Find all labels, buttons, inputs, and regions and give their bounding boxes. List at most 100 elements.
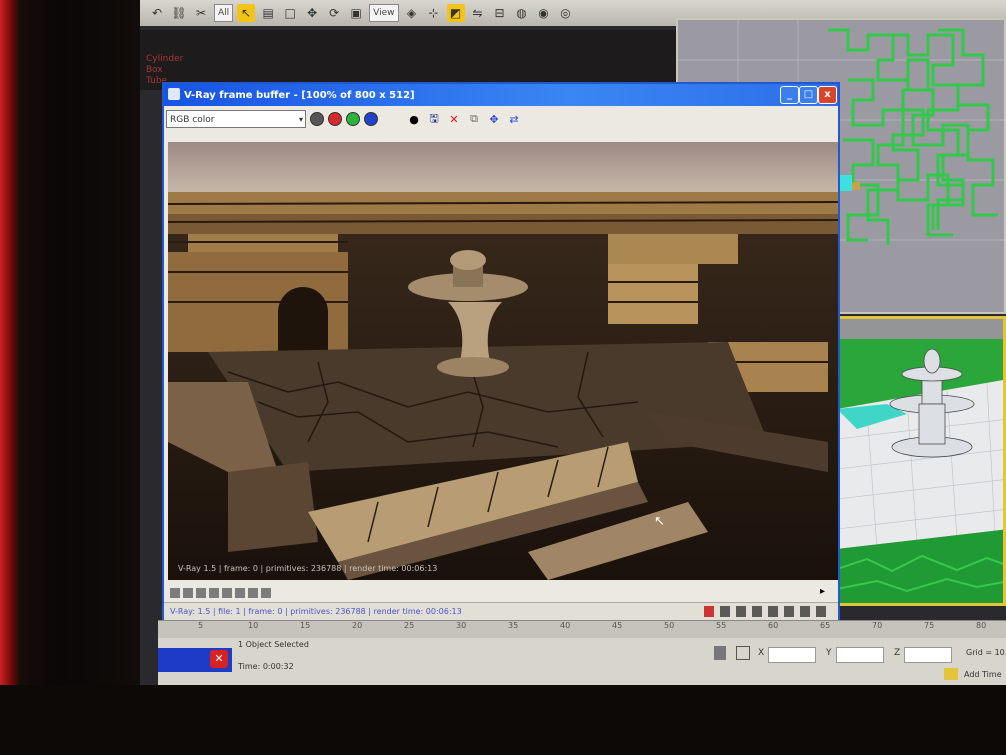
monitor-bezel-bottom xyxy=(0,685,1006,755)
rendered-image: V-Ray 1.5 | frame: 0 | primitives: 23678… xyxy=(168,142,838,580)
maximize-button[interactable]: □ xyxy=(799,86,818,104)
z-label: Z xyxy=(894,648,901,658)
timeline-tick: 50 xyxy=(664,621,675,630)
render-scene-icon[interactable]: ◉ xyxy=(535,4,553,22)
minimize-button[interactable]: _ xyxy=(780,86,799,104)
timeline-tick: 5 xyxy=(198,621,204,630)
timeline-tick: 75 xyxy=(924,621,935,630)
window-titlebar[interactable]: V-Ray frame buffer - [100% of 800 x 512]… xyxy=(164,84,838,106)
save-image-icon[interactable]: 🖫 xyxy=(426,111,442,127)
settings-icon[interactable] xyxy=(816,606,826,617)
quick-render-icon[interactable]: ◎ xyxy=(557,4,575,22)
history-icon[interactable] xyxy=(248,588,258,598)
history-icon[interactable] xyxy=(235,588,245,598)
region-select-icon[interactable]: □ xyxy=(281,4,299,22)
unlink-icon[interactable]: ✂ xyxy=(192,4,210,22)
timeline-tick: 80 xyxy=(976,621,987,630)
x-coordinate-field[interactable] xyxy=(768,647,816,663)
history-icon[interactable] xyxy=(196,588,206,598)
timeline-tick: 30 xyxy=(456,621,467,630)
time-slider[interactable]: 5 10 15 20 25 30 35 40 45 50 55 60 65 70… xyxy=(158,620,1006,639)
timeline-tick: 55 xyxy=(716,621,727,630)
track-mouse-icon[interactable]: ✥ xyxy=(486,111,502,127)
mirror-icon[interactable]: ⇋ xyxy=(469,4,487,22)
time-display: Time: 0:00:32 xyxy=(238,662,294,671)
exposure-icon[interactable] xyxy=(752,606,762,617)
red-channel-icon[interactable] xyxy=(328,112,342,126)
timeline-tick: 45 xyxy=(612,621,623,630)
select-by-name-icon[interactable]: ▤ xyxy=(259,4,277,22)
selection-status: 1 Object Selected xyxy=(238,640,309,649)
x-label: X xyxy=(758,648,765,658)
window-title: V-Ray frame buffer - [100% of 800 x 512] xyxy=(184,89,415,101)
window-app-icon xyxy=(168,88,180,100)
y-label: Y xyxy=(826,648,832,658)
region-icon[interactable] xyxy=(768,606,778,617)
rendered-scene-image xyxy=(168,142,838,580)
snap-icon[interactable]: ⊹ xyxy=(425,4,443,22)
close-icon[interactable]: ✕ xyxy=(210,650,228,668)
status-bar: ✕ 1 Object Selected Time: 0:00:32 X Y Z … xyxy=(158,638,1006,685)
chevron-down-icon: ▾ xyxy=(298,115,303,124)
duplicate-to-max-vfb-icon[interactable]: ⧉ xyxy=(466,111,482,127)
scroll-arrow-icon[interactable]: ▸ xyxy=(820,586,825,597)
green-channel-icon[interactable] xyxy=(346,112,360,126)
grid-size: Grid = 10.0 xyxy=(966,648,1006,657)
pivot-icon[interactable]: ◈ xyxy=(403,4,421,22)
monitor-bezel-left xyxy=(0,0,140,755)
channel-all-icon[interactable] xyxy=(310,112,324,126)
viewport-perspective[interactable] xyxy=(834,316,1006,606)
select-scale-icon[interactable]: ▣ xyxy=(347,4,365,22)
render-info-overlay: V-Ray 1.5 | frame: 0 | primitives: 23678… xyxy=(178,564,438,573)
history-icon[interactable] xyxy=(222,588,232,598)
clear-image-icon[interactable]: ✕ xyxy=(446,111,462,127)
history-icon[interactable] xyxy=(261,588,271,598)
monitor-screen: ↶ ⛓ ✂ All ↖ ▤ □ ✥ ⟳ ▣ View ◈ ⊹ ◩ ⇋ ⊟ ◍ ◉… xyxy=(140,0,1006,685)
time-tag-icon[interactable] xyxy=(944,668,958,680)
history-icon[interactable] xyxy=(209,588,219,598)
timeline-tick: 60 xyxy=(768,621,779,630)
info-icon[interactable] xyxy=(800,606,810,617)
select-rotate-icon[interactable]: ⟳ xyxy=(325,4,343,22)
align-icon[interactable]: ⊟ xyxy=(491,4,509,22)
channel-select-value: RGB color xyxy=(170,115,215,125)
link-icon[interactable]: ⛓ xyxy=(170,4,188,22)
undo-icon[interactable]: ↶ xyxy=(148,4,166,22)
timeline-tick: 40 xyxy=(560,621,571,630)
timeline-tick: 15 xyxy=(300,621,311,630)
y-coordinate-field[interactable] xyxy=(836,647,884,663)
display-correction-icon[interactable]: ⇄ xyxy=(506,111,522,127)
channel-select[interactable]: RGB color ▾ xyxy=(166,110,306,128)
add-time-tag[interactable]: Add Time xyxy=(964,670,1002,679)
selection-filter-select[interactable]: All xyxy=(214,4,234,22)
perspective-wireframe xyxy=(837,319,1003,603)
lut-icon[interactable] xyxy=(736,606,746,617)
timeline-tick: 20 xyxy=(352,621,363,630)
angle-snap-icon[interactable]: ◩ xyxy=(446,4,465,22)
command-panel: Cylinder Box Tube xyxy=(140,30,680,90)
timeline-tick: 10 xyxy=(248,621,259,630)
lock-selection-icon[interactable] xyxy=(714,646,726,660)
vfb-toolbar: RGB color ▾ ● 🖫 ✕ ⧉ ✥ ⇄ xyxy=(164,106,838,132)
command-line[interactable]: Box xyxy=(146,65,674,76)
pick-icon[interactable] xyxy=(720,606,730,617)
reference-coord-select[interactable]: View xyxy=(369,4,399,22)
material-editor-icon[interactable]: ◍ xyxy=(513,4,531,22)
timeline-tick: 35 xyxy=(508,621,519,630)
history-icon[interactable] xyxy=(170,588,180,598)
z-coordinate-field[interactable] xyxy=(904,647,952,663)
select-object-icon[interactable]: ↖ xyxy=(237,4,256,22)
blue-channel-icon[interactable] xyxy=(364,112,378,126)
vfb-status-bar: V-Ray: 1.5 | file: 1 | frame: 0 | primit… xyxy=(164,602,838,620)
history-icon[interactable] xyxy=(183,588,193,598)
render-stats: V-Ray: 1.5 | file: 1 | frame: 0 | primit… xyxy=(170,607,462,616)
mouse-cursor-icon: ↖ xyxy=(654,514,665,529)
timeline-tick: 25 xyxy=(404,621,415,630)
select-move-icon[interactable]: ✥ xyxy=(303,4,321,22)
link-icon[interactable] xyxy=(784,606,794,617)
alpha-channel-icon[interactable]: ● xyxy=(406,111,422,127)
command-line[interactable]: Cylinder xyxy=(146,54,674,65)
absolute-mode-icon[interactable] xyxy=(736,646,750,660)
close-button[interactable]: x xyxy=(818,86,837,104)
color-icon[interactable] xyxy=(704,606,714,617)
